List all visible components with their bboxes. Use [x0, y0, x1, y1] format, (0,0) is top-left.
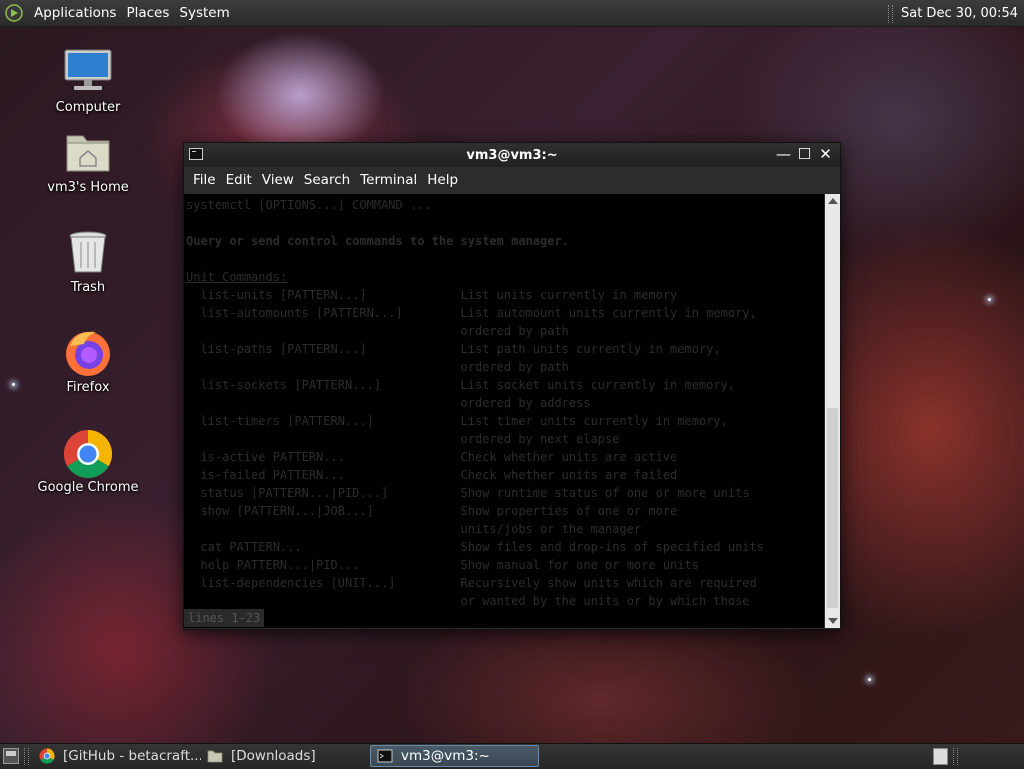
- maximize-icon[interactable]: ☐: [796, 146, 813, 163]
- top-panel: Applications Places System Sat Dec 30, 0…: [0, 0, 1024, 27]
- menu-terminal[interactable]: Terminal: [355, 172, 422, 188]
- desktop-icon-label: Google Chrome: [37, 480, 139, 495]
- desktop-icon-label: Firefox: [66, 380, 110, 395]
- menu-edit[interactable]: Edit: [221, 172, 257, 188]
- terminal-line: Query or send control commands to the sy…: [186, 234, 569, 248]
- terminal-line: ordered by path: [186, 324, 569, 338]
- taskbar-separator: [953, 748, 958, 765]
- distro-logo-icon[interactable]: [5, 4, 23, 22]
- home-folder-icon: [66, 135, 110, 172]
- pager-status: lines 1-23: [184, 609, 265, 627]
- desktop-icon-label: Computer: [55, 100, 121, 115]
- terminal-line: show [PATTERN...|JOB...] Show properties…: [186, 504, 678, 518]
- computer-icon: [64, 49, 112, 90]
- scroll-up-icon[interactable]: [828, 198, 838, 204]
- desktop-icon-chrome[interactable]: Google Chrome: [33, 426, 143, 495]
- close-icon[interactable]: ✕: [817, 146, 834, 163]
- menu-search[interactable]: Search: [299, 172, 355, 188]
- desktop-icon-firefox[interactable]: Firefox: [33, 326, 143, 395]
- chrome-icon: [63, 430, 113, 479]
- taskbar-item-label: [Downloads]: [231, 748, 316, 764]
- desktop-icon-label: Trash: [70, 280, 106, 295]
- terminal-line: list-dependencies [UNIT...] Recursively …: [186, 576, 757, 590]
- window-title: vm3@vm3:~: [466, 147, 558, 163]
- taskbar-item-terminal[interactable]: vm3@vm3:~: [370, 745, 539, 767]
- firefox-icon: [66, 331, 110, 376]
- workspace-switcher[interactable]: [933, 748, 948, 765]
- terminal-line: units/jobs or the manager: [186, 522, 642, 536]
- taskbar-item-downloads[interactable]: [Downloads]: [201, 745, 369, 767]
- taskbar-item-label: [GitHub - betacraft...: [63, 748, 201, 764]
- desktop-icon-home[interactable]: vm3's Home: [33, 126, 143, 195]
- menu-applications[interactable]: Applications: [29, 5, 121, 21]
- terminal-line: list-timers [PATTERN...] List timer unit…: [186, 414, 728, 428]
- terminal-line: is-failed PATTERN... Check whether units…: [186, 468, 678, 482]
- terminal-line: ordered by next elapse: [186, 432, 620, 446]
- show-desktop-icon[interactable]: [3, 748, 19, 764]
- taskbar-separator: [24, 748, 29, 765]
- menu-help[interactable]: Help: [422, 172, 463, 188]
- star-decoration: [868, 678, 871, 681]
- terminal-line: Unit Commands:: [186, 270, 288, 284]
- terminal-line: or wanted by the units or by which those: [186, 594, 750, 608]
- terminal-line: systemctl [OPTIONS...] COMMAND ...: [186, 198, 432, 212]
- minimize-icon[interactable]: —: [775, 146, 792, 163]
- terminal-window[interactable]: vm3@vm3:~ — ☐ ✕ File Edit View Search Te…: [183, 142, 841, 630]
- desktop-icon-computer[interactable]: Computer: [33, 46, 143, 115]
- menu-places[interactable]: Places: [121, 5, 174, 21]
- terminal-menubar: File Edit View Search Terminal Help: [184, 167, 840, 193]
- terminal-line: ordered by path: [186, 360, 569, 374]
- taskbar-item-label: vm3@vm3:~: [401, 748, 490, 764]
- terminal-line: list-sockets [PATTERN...] List socket un…: [186, 378, 736, 392]
- terminal-line: list-paths [PATTERN...] List path units …: [186, 342, 721, 356]
- trash-icon: [69, 231, 107, 273]
- terminal-line: list-units [PATTERN...] List units curre…: [186, 288, 678, 302]
- menu-system[interactable]: System: [174, 5, 234, 21]
- star-decoration: [12, 383, 15, 386]
- terminal-output[interactable]: systemctl [OPTIONS...] COMMAND ... Query…: [184, 194, 824, 628]
- scrollbar-thumb[interactable]: [827, 408, 838, 608]
- terminal-scrollbar[interactable]: [825, 194, 840, 628]
- terminal-icon: [189, 148, 203, 160]
- terminal-line: ordered by address: [186, 396, 591, 410]
- panel-separator: [887, 4, 893, 23]
- desktop-icon-label: vm3's Home: [47, 180, 129, 195]
- scroll-down-icon[interactable]: [828, 618, 838, 624]
- terminal-line: list-automounts [PATTERN...] List automo…: [186, 306, 757, 320]
- terminal-line: is-active PATTERN... Check whether units…: [186, 450, 678, 464]
- menu-view[interactable]: View: [257, 172, 299, 188]
- terminal-icon: [377, 748, 393, 764]
- window-titlebar[interactable]: vm3@vm3:~ — ☐ ✕: [184, 143, 840, 167]
- menu-file[interactable]: File: [188, 172, 221, 188]
- taskbar-item-github[interactable]: [GitHub - betacraft...: [33, 745, 201, 767]
- desktop-icon-trash[interactable]: Trash: [33, 226, 143, 295]
- chrome-icon: [39, 748, 55, 764]
- terminal-line: status [PATTERN...|PID...] Show runtime …: [186, 486, 750, 500]
- bottom-taskbar: [GitHub - betacraft... [Downloads] vm3@v…: [0, 743, 1024, 769]
- star-decoration: [988, 298, 991, 301]
- terminal-line: cat PATTERN... Show files and drop-ins o…: [186, 540, 764, 554]
- terminal-line: help PATTERN...|PID... Show manual for o…: [186, 558, 699, 572]
- folder-icon: [207, 748, 223, 764]
- clock[interactable]: Sat Dec 30, 00:54: [901, 6, 1018, 21]
